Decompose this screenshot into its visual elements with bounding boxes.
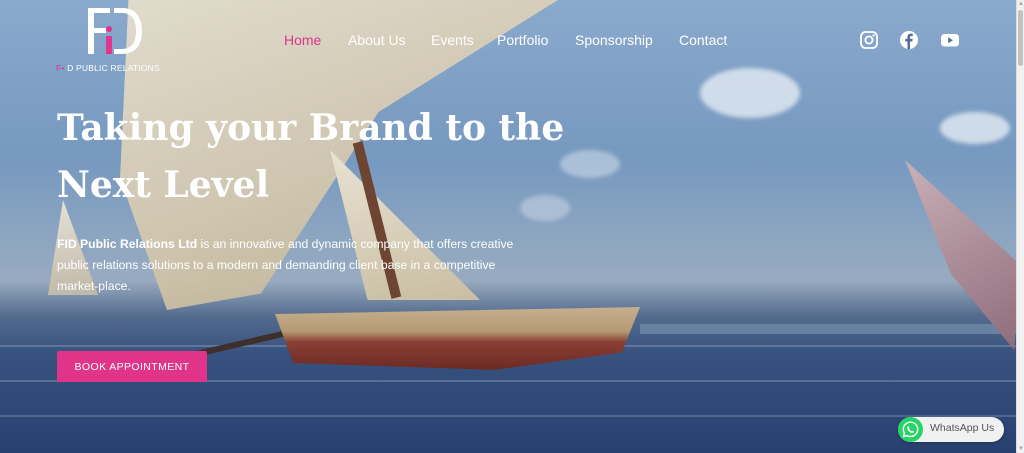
company-name: FID Public Relations Ltd bbox=[57, 237, 198, 251]
book-appointment-button[interactable]: BOOK APPOINTMENT bbox=[57, 351, 207, 382]
whatsapp-label: WhatsApp Us bbox=[930, 422, 995, 434]
cloud-decoration bbox=[940, 112, 1010, 144]
hero-headline-line2: Next Level bbox=[57, 164, 270, 206]
logo-wordmark: F• D PUBLIC RELATIONS bbox=[56, 63, 160, 73]
shoreline-decoration bbox=[640, 324, 1016, 334]
scroll-up-arrow-icon[interactable]: ▲ bbox=[1018, 0, 1024, 8]
nav-item-sponsorship[interactable]: Sponsorship bbox=[575, 30, 653, 50]
nav-item-portfolio[interactable]: Portfolio bbox=[497, 30, 548, 50]
nav-item-events[interactable]: Events bbox=[431, 30, 474, 50]
whatsapp-button[interactable]: WhatsApp Us bbox=[898, 417, 1004, 442]
logo-wordmark-suffix: D PUBLIC RELATIONS bbox=[64, 63, 160, 73]
site-logo[interactable]: F• D PUBLIC RELATIONS bbox=[56, 6, 160, 73]
whatsapp-icon bbox=[898, 417, 923, 442]
instagram-icon[interactable] bbox=[859, 30, 879, 50]
youtube-icon[interactable] bbox=[940, 30, 960, 50]
hero-headline: Taking your Brand to the Next Level bbox=[57, 100, 617, 214]
boat-hull-decoration bbox=[275, 307, 640, 370]
scrollbar-thumb[interactable] bbox=[1018, 10, 1023, 66]
hero-section: F• D PUBLIC RELATIONS Home About Us Even… bbox=[0, 0, 1016, 453]
hero-headline-line1: Taking your Brand to the bbox=[57, 107, 565, 149]
page-scrollbar[interactable]: ▲ ▼ bbox=[1016, 0, 1024, 453]
nav-item-about-us[interactable]: About Us bbox=[348, 30, 406, 50]
sail-decoration bbox=[905, 160, 1016, 350]
cloud-decoration bbox=[700, 68, 800, 118]
wave-decoration bbox=[0, 415, 1016, 417]
hero-description: FID Public Relations Ltd is an innovativ… bbox=[57, 234, 537, 297]
nav-item-home[interactable]: Home bbox=[284, 30, 321, 50]
logo-mark-icon bbox=[88, 8, 142, 54]
facebook-icon[interactable] bbox=[899, 30, 919, 50]
nav-item-contact[interactable]: Contact bbox=[679, 30, 727, 50]
scroll-down-arrow-icon[interactable]: ▼ bbox=[1018, 445, 1024, 453]
